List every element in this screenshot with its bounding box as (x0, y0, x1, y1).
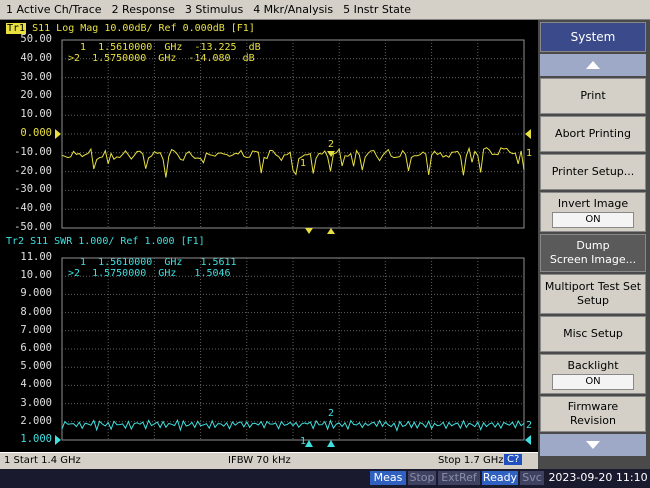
trace1-ref-right-marker (525, 129, 531, 139)
invert-image-label: Invert Image (557, 196, 629, 210)
instrument-status-bar: Meas Stop ExtRef Ready Svc 2023-09-20 11… (0, 469, 650, 488)
multiport-test-set-setup-button[interactable]: Multiport Test Set Setup (540, 274, 646, 314)
scroll-up-button[interactable] (540, 54, 646, 76)
abort-printing-button[interactable]: Abort Printing (540, 116, 646, 152)
start-frequency[interactable]: 1 Start 1.4 GHz (4, 455, 81, 466)
menu-active-ch-trace[interactable]: 1 Active Ch/Trace (6, 3, 102, 16)
trace2-marker-label-2: 2 (328, 408, 335, 419)
menu-bar: 1 Active Ch/Trace 2 Response 3 Stimulus … (0, 0, 650, 20)
stop-indicator: Stop (408, 471, 436, 485)
trace2-grid (61, 257, 525, 441)
firmware-revision-button[interactable]: Firmware Revision (540, 396, 646, 432)
dump-screen-image-button[interactable]: Dump Screen Image... (540, 234, 646, 272)
misc-setup-button[interactable]: Misc Setup (540, 316, 646, 352)
printer-setup-button[interactable]: Printer Setup... (540, 154, 646, 190)
invert-image-value: ON (552, 211, 634, 228)
measurement-screen: Tr1 S11 Log Mag 10.00dB/ Ref 0.000dB [F1… (0, 20, 538, 452)
backlight-button[interactable]: Backlight ON (540, 354, 646, 394)
invert-image-button[interactable]: Invert Image ON (540, 192, 646, 232)
firmware-line2: Revision (570, 414, 616, 427)
trace2-marker1-position (305, 440, 313, 447)
status-bar: 1 Start 1.4 GHz IFBW 70 kHz Stop 1.7 GHz… (0, 452, 538, 469)
print-button[interactable]: Print (540, 78, 646, 114)
chevron-down-icon (586, 441, 600, 449)
trace1-grid (61, 39, 525, 229)
trace2-marker2-position (327, 440, 335, 447)
softkey-panel: System Print Abort Printing Printer Setu… (538, 20, 650, 469)
menu-instr-state[interactable]: 5 Instr State (343, 3, 411, 16)
ifbw[interactable]: IFBW 70 kHz (228, 455, 291, 466)
trace-plots (55, 39, 531, 447)
stop-frequency[interactable]: Stop 1.7 GHz (438, 455, 504, 466)
trace2-ref-left-marker (55, 435, 61, 445)
datetime: 2023-09-20 11:10 (548, 471, 648, 484)
softkey-title: System (540, 22, 646, 52)
trace1-ref-left-marker (55, 129, 61, 139)
trace2-marker-label-1: 1 (300, 436, 307, 447)
calibration-status[interactable]: C? (504, 454, 523, 465)
dump-line1: Dump (576, 239, 610, 252)
menu-stimulus[interactable]: 3 Stimulus (185, 3, 243, 16)
trace1-marker-label-1: 1 (300, 158, 307, 169)
dump-line2: Screen Image... (549, 253, 637, 266)
trace1-right-label: 1 (526, 148, 533, 159)
backlight-label: Backlight (567, 358, 619, 372)
trace2-right-label: 2 (526, 420, 533, 431)
trace2-ref-right-marker (525, 435, 531, 445)
trace1-marker1-position (305, 228, 313, 234)
multiport-line2: Setup (576, 294, 610, 307)
firmware-line1: Firmware (567, 400, 619, 413)
trace1-marker2-position (327, 228, 335, 234)
menu-response[interactable]: 2 Response (112, 3, 175, 16)
scroll-down-button[interactable] (540, 434, 646, 456)
multiport-line1: Multiport Test Set (544, 280, 642, 293)
svc-indicator: Svc (520, 471, 544, 485)
extref-indicator: ExtRef (438, 471, 480, 485)
trace1-line (61, 146, 525, 178)
menu-mkr-analysis[interactable]: 4 Mkr/Analysis (253, 3, 333, 16)
backlight-value: ON (552, 373, 634, 390)
chevron-up-icon (586, 61, 600, 69)
meas-indicator: Meas (370, 471, 406, 485)
trace1-marker-label-2: 2 (328, 139, 335, 150)
ready-indicator: Ready (482, 471, 518, 485)
